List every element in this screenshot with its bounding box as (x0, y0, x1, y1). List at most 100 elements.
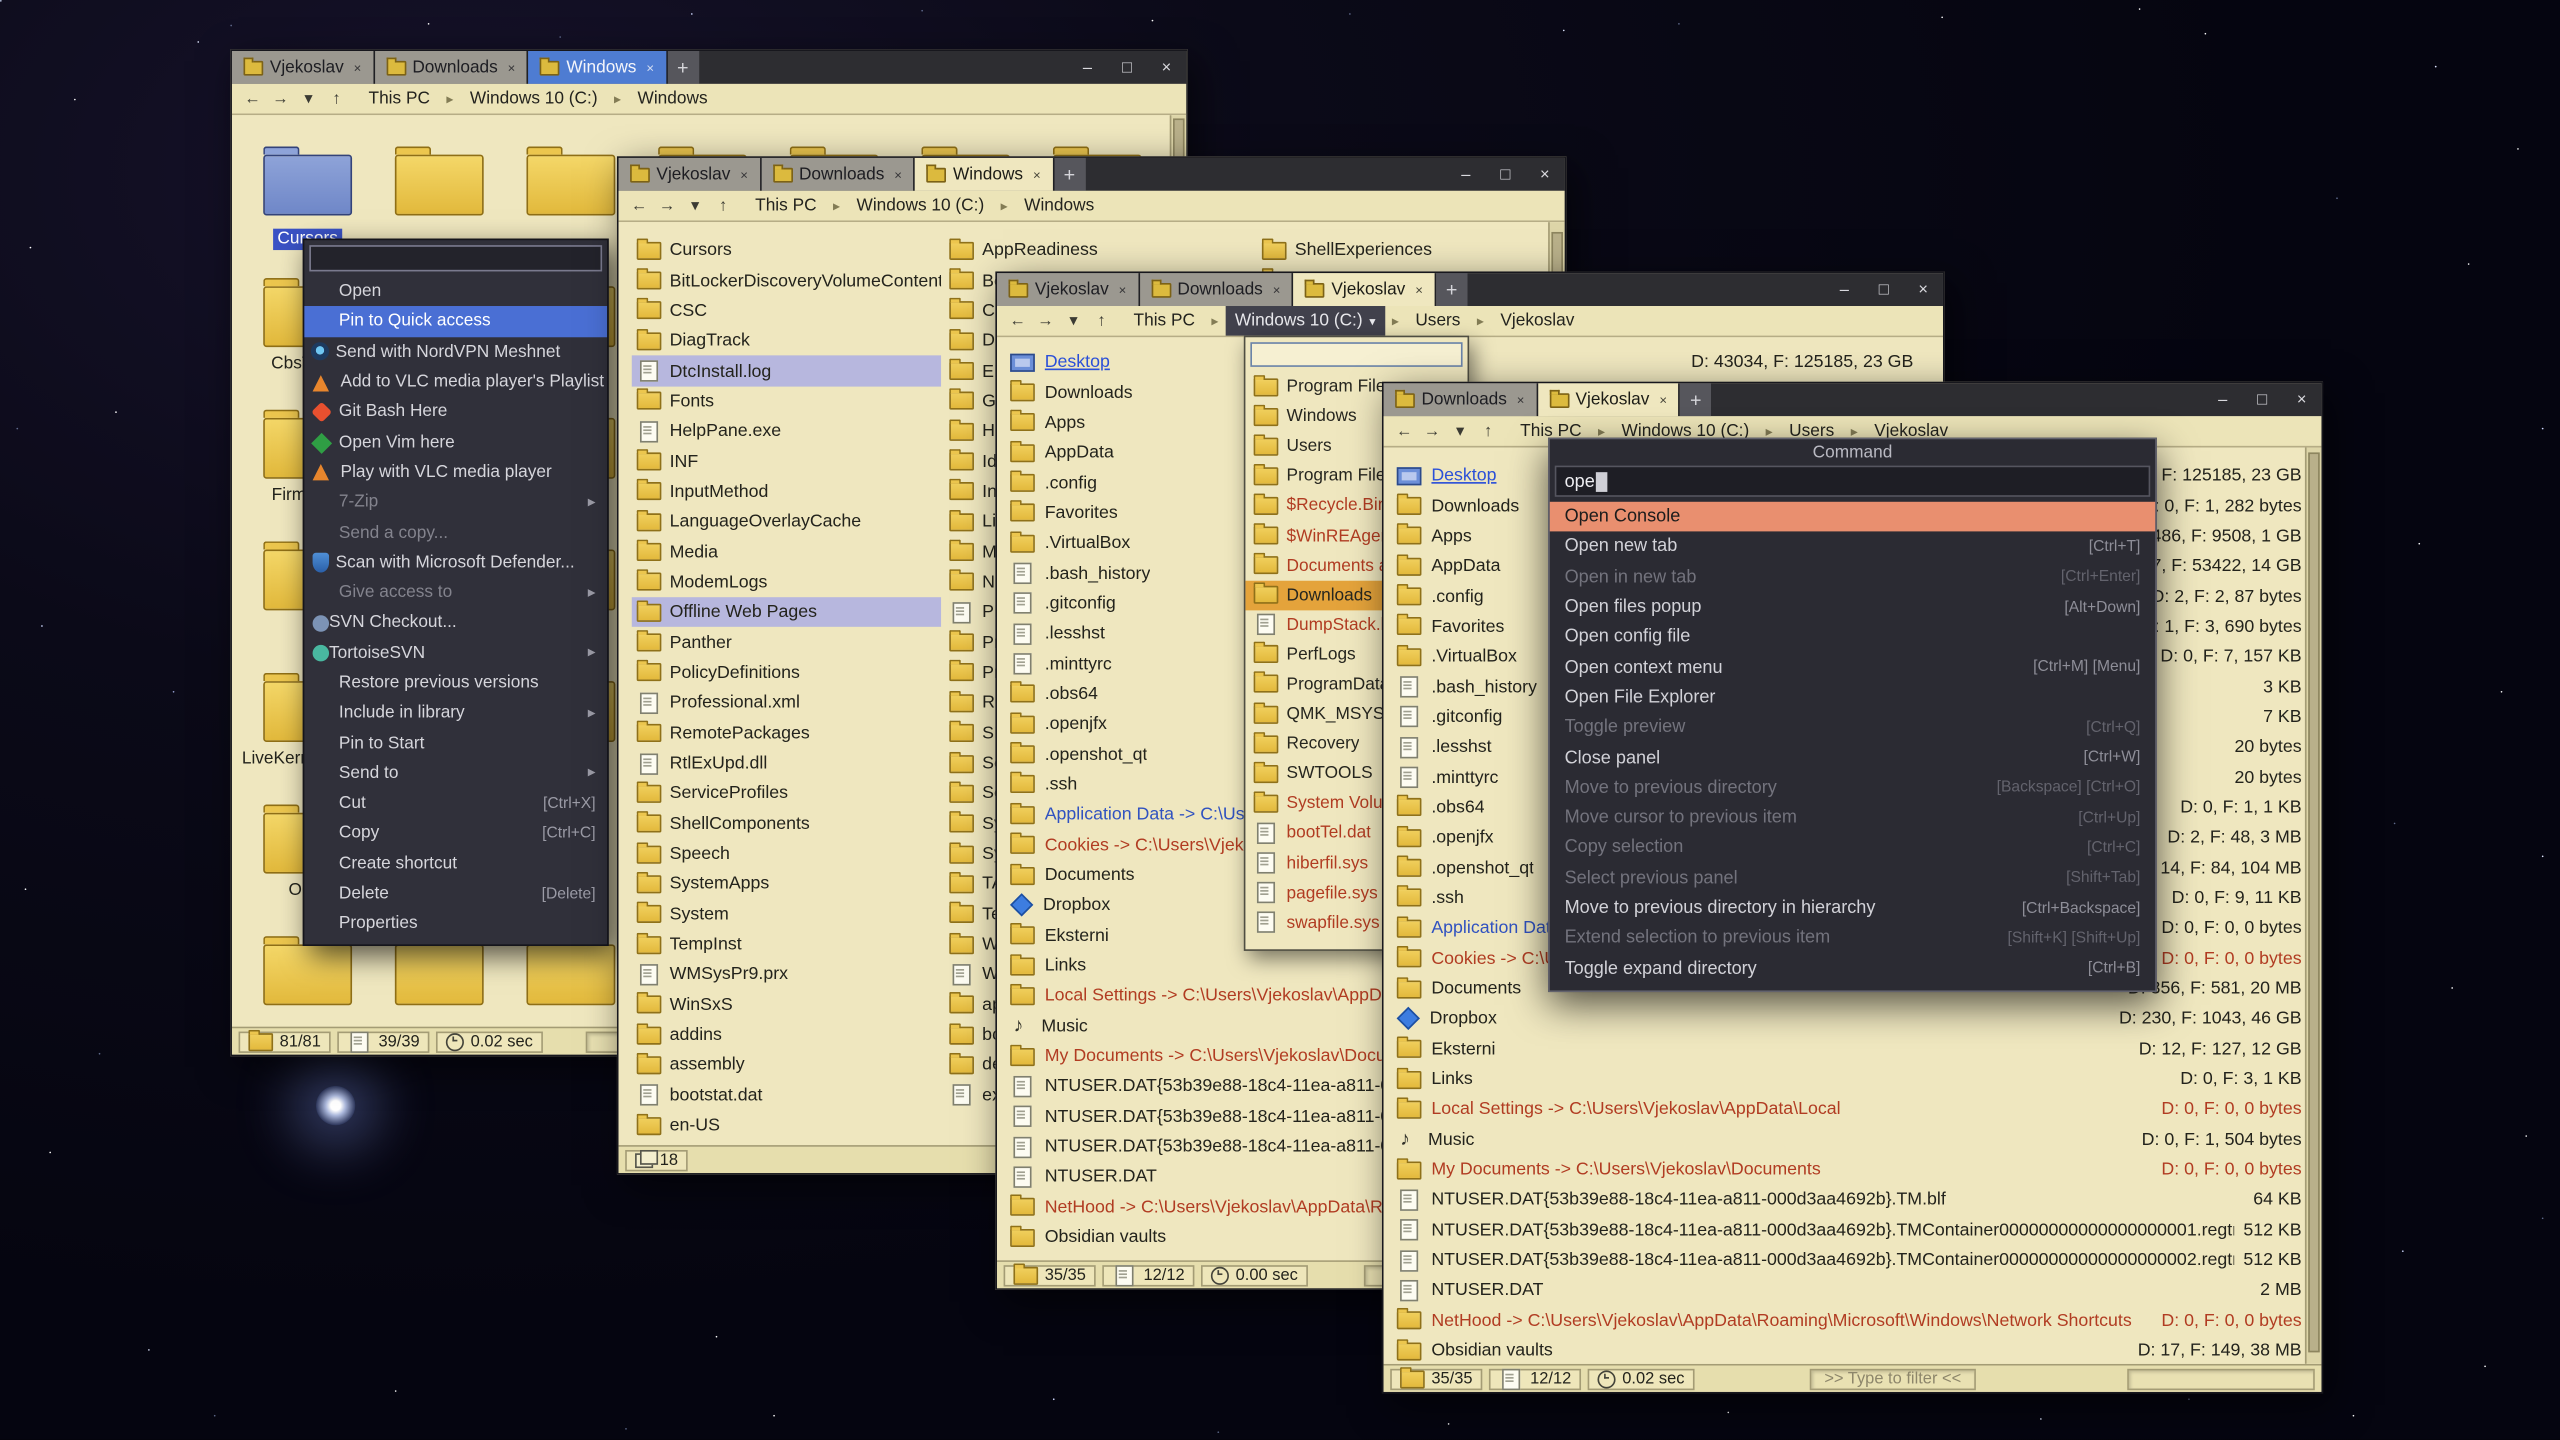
command-palette-item[interactable]: Open files popup [Alt+Down] (1550, 592, 2155, 622)
status-extra-box[interactable] (2127, 1368, 2315, 1389)
breadcrumb-item[interactable]: This PC (1124, 306, 1205, 336)
command-palette-item[interactable]: Open Console (1550, 502, 2155, 532)
file-row[interactable]: Local Settings -> C:\Users\Vjekoslav\App… (1384, 1094, 2322, 1124)
context-menu-item[interactable]: Scan with Microsoft Defender... (304, 547, 607, 577)
file-row[interactable]: DiagTrack (632, 326, 941, 356)
context-menu-item[interactable]: Cut [Ctrl+X] (304, 788, 607, 818)
tab-close-icon[interactable] (1415, 282, 1423, 297)
file-row[interactable]: assembly (632, 1050, 941, 1080)
command-palette-item[interactable]: Move cursor to previous item [Ctrl+Up] (1550, 803, 2155, 833)
up-button[interactable]: ↑ (322, 86, 350, 111)
command-palette-item[interactable]: Toggle preview [Ctrl+Q] (1550, 713, 2155, 743)
history-dropdown-button[interactable]: ▾ (681, 193, 709, 218)
file-row[interactable]: AppReadiness (944, 235, 1253, 265)
scrollbar-thumb[interactable] (2308, 452, 2320, 1352)
context-menu-item[interactable]: Open Vim here (304, 427, 607, 457)
context-menu-item[interactable]: SVN Checkout... (304, 608, 607, 638)
command-palette-item[interactable]: Close panel [Ctrl+W] (1550, 743, 2155, 773)
context-menu-item[interactable]: 7-Zip ▸ (304, 487, 607, 517)
command-palette-item[interactable]: Open config file (1550, 622, 2155, 652)
history-dropdown-button[interactable]: ▾ (1060, 308, 1088, 333)
minimize-button[interactable]: – (1068, 51, 1107, 84)
minimize-button[interactable]: – (1446, 158, 1485, 191)
file-row[interactable]: DtcInstall.log (632, 356, 941, 386)
breadcrumb-item[interactable]: Windows 10 (C:) (847, 191, 994, 221)
command-palette-item[interactable]: Open in new tab [Ctrl+Enter] (1550, 562, 2155, 592)
command-palette-item[interactable]: Open File Explorer (1550, 682, 2155, 712)
file-row[interactable]: InputMethod (632, 477, 941, 507)
forward-button[interactable]: → (1032, 308, 1060, 333)
new-tab-button[interactable]: + (667, 51, 698, 84)
file-row[interactable]: NTUSER.DAT{53b39e88-18c4-11ea-a811-000d3… (1384, 1185, 2322, 1215)
file-row[interactable]: Professional.xml (632, 688, 941, 718)
tab-close-icon[interactable] (508, 60, 516, 75)
minimize-button[interactable]: – (2203, 383, 2242, 416)
back-button[interactable]: ← (625, 193, 653, 218)
breadcrumb-item[interactable]: Windows 10 (C:) ▾ (1225, 306, 1385, 336)
context-menu-item[interactable]: Include in library ▸ (304, 698, 607, 728)
history-dropdown-button[interactable]: ▾ (1446, 419, 1474, 444)
dropdown-filter-input[interactable] (1250, 342, 1462, 367)
breadcrumb-item[interactable]: Users (1405, 306, 1470, 336)
context-menu-item[interactable]: Git Bash Here (304, 397, 607, 427)
command-palette-item[interactable]: Toggle expand directory [Ctrl+B] (1550, 953, 2155, 983)
close-button[interactable]: × (1525, 158, 1564, 191)
command-palette-item[interactable]: Move to previous directory [Backspace] [… (1550, 773, 2155, 803)
file-row[interactable]: Fonts (632, 386, 941, 416)
file-tab[interactable]: Vjekoslav (997, 273, 1140, 306)
file-row[interactable]: LanguageOverlayCache (632, 507, 941, 537)
context-menu-item[interactable]: Send to ▸ (304, 758, 607, 788)
filter-box[interactable]: >> Type to filter << (1810, 1368, 1976, 1389)
file-row[interactable]: Eksterni D: 12, F: 127, 12 GB (1384, 1034, 2322, 1064)
context-menu-filter-input[interactable] (309, 245, 602, 271)
tab-close-icon[interactable] (1273, 282, 1281, 297)
file-tab[interactable]: Downloads (374, 51, 528, 84)
file-row[interactable]: addins (632, 1020, 941, 1050)
file-row[interactable]: NTUSER.DAT{53b39e88-18c4-11ea-a811-000d3… (1384, 1245, 2322, 1275)
maximize-button[interactable]: □ (1107, 51, 1146, 84)
command-palette-input[interactable]: ope (1555, 466, 2151, 497)
file-row[interactable]: System (632, 899, 941, 929)
file-row[interactable]: WinSxS (632, 990, 941, 1020)
file-row[interactable]: RemotePackages (632, 718, 941, 748)
command-palette-item[interactable]: Open new tab [Ctrl+T] (1550, 532, 2155, 562)
file-row[interactable]: Links D: 0, F: 3, 1 KB (1384, 1064, 2322, 1094)
file-row[interactable]: en-US (632, 1110, 941, 1140)
command-palette-item[interactable]: Open context menu [Ctrl+M] [Menu] (1550, 652, 2155, 682)
file-row[interactable]: SystemApps (632, 869, 941, 899)
file-row[interactable]: NTUSER.DAT{53b39e88-18c4-11ea-a811-000d3… (1384, 1215, 2322, 1245)
context-menu-item[interactable]: TortoiseSVN ▸ (304, 638, 607, 668)
breadcrumb-item[interactable]: Windows (628, 84, 718, 114)
file-row[interactable]: bootstat.dat (632, 1080, 941, 1110)
breadcrumb-item[interactable]: Windows 10 (C:) (460, 84, 607, 114)
file-row[interactable]: HelpPane.exe (632, 416, 941, 446)
file-tab[interactable]: Vjekoslav (1294, 273, 1437, 306)
file-row[interactable]: ServiceProfiles (632, 778, 941, 808)
context-menu-item[interactable]: Send a copy... (304, 517, 607, 547)
close-button[interactable]: × (1147, 51, 1186, 84)
scrollbar[interactable] (2305, 447, 2321, 1363)
file-row[interactable]: TempInst (632, 929, 941, 959)
tab-close-icon[interactable] (354, 60, 362, 75)
context-menu-item[interactable]: Copy [Ctrl+C] (304, 818, 607, 848)
file-row[interactable]: Cursors (632, 235, 941, 265)
breadcrumb-item[interactable]: Vjekoslav (1491, 306, 1585, 336)
file-tab[interactable]: Windows (529, 51, 668, 84)
file-tab[interactable]: Vjekoslav (1538, 383, 1681, 416)
tab-close-icon[interactable] (1033, 167, 1041, 182)
breadcrumb-item[interactable]: This PC (745, 191, 826, 221)
close-button[interactable]: × (2282, 383, 2321, 416)
context-menu-item[interactable]: Send with NordVPN Meshnet (304, 337, 607, 367)
maximize-button[interactable]: □ (2242, 383, 2281, 416)
file-row[interactable]: ShellExperiences (1257, 235, 1540, 265)
back-button[interactable]: ← (1390, 419, 1418, 444)
context-menu-item[interactable]: Play with VLC media player (304, 457, 607, 487)
context-menu-item[interactable]: Pin to Start (304, 728, 607, 758)
tab-close-icon[interactable] (646, 60, 654, 75)
file-row[interactable]: ModemLogs (632, 567, 941, 597)
breadcrumb-item[interactable]: This PC (359, 84, 440, 114)
file-row[interactable]: Dropbox D: 230, F: 1043, 46 GB (1384, 1004, 2322, 1034)
file-row[interactable]: WMSysPr9.prx (632, 960, 941, 990)
command-palette-item[interactable]: Extend selection to previous item [Shift… (1550, 923, 2155, 953)
context-menu-item[interactable]: Give access to ▸ (304, 577, 607, 607)
